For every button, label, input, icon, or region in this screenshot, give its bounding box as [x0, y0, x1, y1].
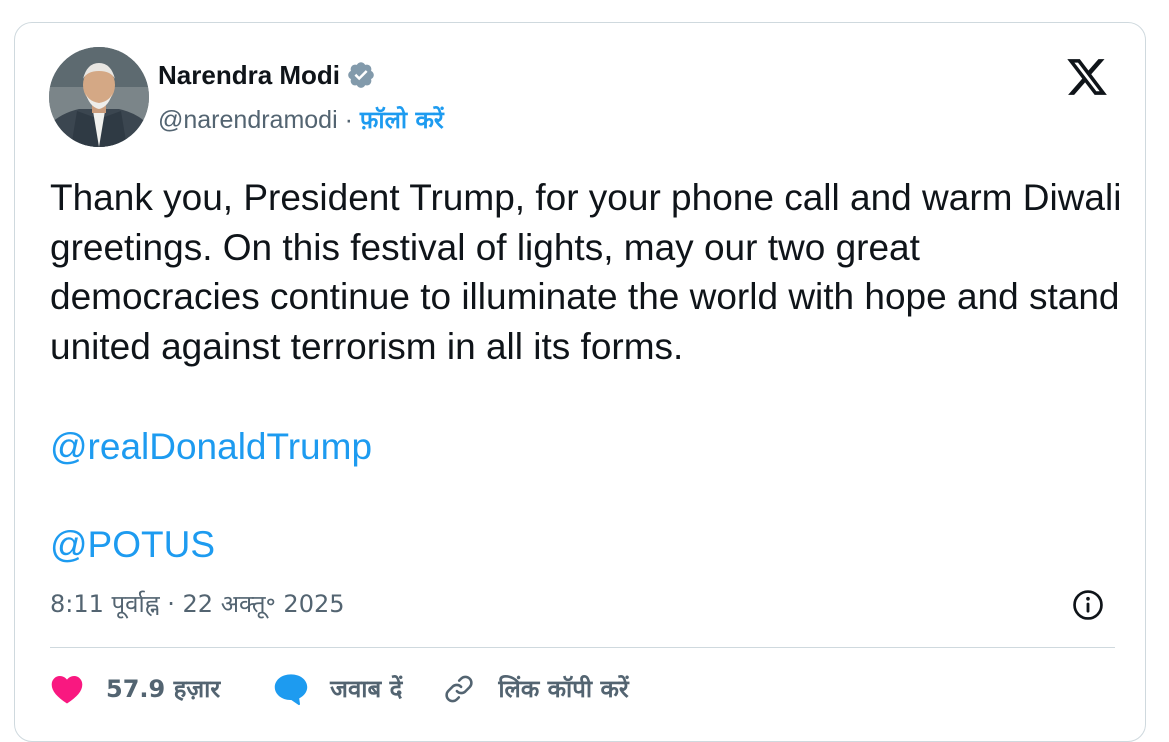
follow-button[interactable]: फ़ॉलो करें	[360, 106, 444, 134]
author-handle[interactable]: @narendramodi	[158, 106, 338, 134]
copy-link-button[interactable]: लिंक कॉपी करें	[442, 672, 629, 706]
divider	[50, 647, 1115, 648]
link-icon	[445, 675, 473, 703]
author-name[interactable]: Narendra Modi	[158, 60, 340, 90]
action-bar: 57.9 हज़ार जवाब दें लिंक कॉपी करें	[50, 671, 629, 707]
verified-badge-icon	[348, 62, 374, 88]
author-handle-row: @narendramodi · फ़ॉलो करें	[158, 105, 444, 135]
author-name-row: Narendra Modi	[158, 60, 376, 90]
avatar[interactable]	[49, 47, 149, 147]
like-button[interactable]: 57.9 हज़ार	[50, 673, 220, 705]
x-logo-icon[interactable]	[1063, 55, 1111, 99]
tweet-timestamp[interactable]: 8:11 पूर्वाह्न · 22 अक्तू॰ 2025	[50, 589, 345, 619]
tweet-text: Thank you, President Trump, for your pho…	[50, 177, 1122, 367]
mention-link[interactable]: @realDonaldTrump	[50, 423, 372, 471]
reply-button[interactable]: जवाब दें	[272, 672, 402, 706]
copy-link-label: लिंक कॉपी करें	[498, 675, 629, 703]
mention-link[interactable]: @POTUS	[50, 521, 215, 569]
like-count: 57.9 हज़ार	[106, 675, 221, 703]
tweet-card: Narendra Modi @narendramodi · फ़ॉलो करें…	[14, 22, 1146, 742]
handle-separator: ·	[344, 106, 353, 134]
reply-label: जवाब दें	[330, 675, 403, 703]
info-icon[interactable]	[1071, 588, 1105, 622]
heart-icon	[51, 675, 83, 704]
speech-bubble-icon	[274, 674, 308, 706]
